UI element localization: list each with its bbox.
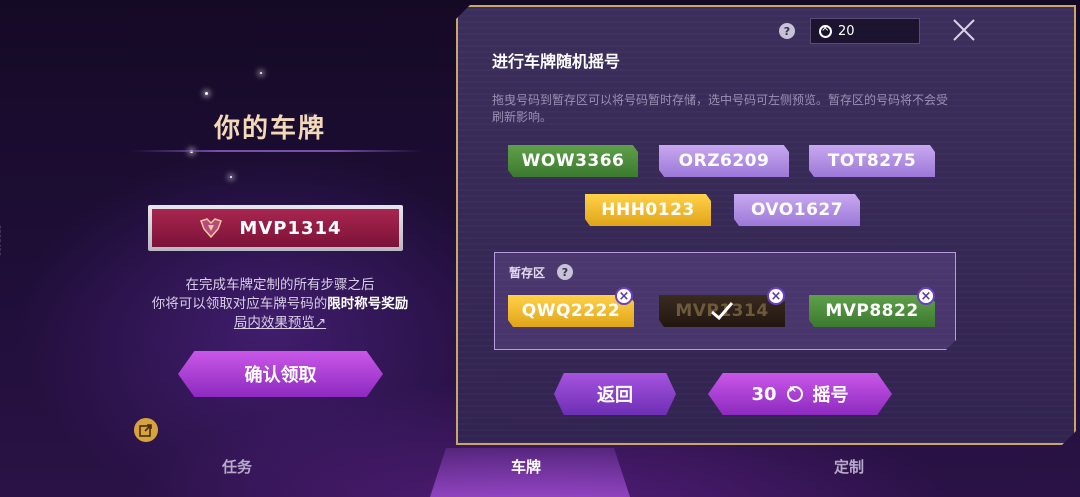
desc-line-2-prefix: 你将可以领取对应车牌号码的 [151,296,328,312]
random-plate[interactable]: HHH0123 [585,194,711,226]
title-divider [132,150,422,152]
storage-slot[interactable]: MVP8822 [809,295,935,327]
checkmark-icon [711,302,734,321]
sparkle-decoration [230,176,232,178]
share-button[interactable] [134,418,158,442]
back-button[interactable]: 返回 [554,373,676,415]
panel-title: 进行车牌随机摇号 [492,52,621,71]
confirm-claim-button[interactable]: 确认领取 [178,351,383,397]
token-balance: 20 [810,18,920,44]
desc-line-2-highlight: 限时称号奖励 [327,296,409,312]
vip-emblem-icon [200,218,222,239]
tab-customize[interactable]: 定制 [834,456,864,477]
current-plate-number: MVP1314 [239,217,342,239]
sparkle-decoration [205,92,208,95]
roll-label: 摇号 [812,385,849,406]
share-icon [139,424,152,437]
remove-icon[interactable]: × [615,287,633,305]
storage-help-icon[interactable]: ? [557,264,573,280]
random-plate[interactable]: TOT8275 [809,145,935,177]
random-plate[interactable]: ORZ6209 [659,145,789,177]
current-plate-display: MVP1314 [148,205,403,251]
token-icon [819,23,832,38]
panel-description: 拖曳号码到暂存区可以将号码暂时存储，选中号码可左侧预览。暂存区的号码将不会受刷新… [492,93,949,124]
tab-tasks[interactable]: 任务 [222,456,252,477]
desc-line-1: 在完成车牌定制的所有步骤之后 [185,277,375,293]
roll-button[interactable]: 30 摇号 [708,373,892,415]
tab-plate[interactable]: 车牌 [511,456,541,477]
token-count: 20 [838,23,855,39]
watermark-id: 2503400 [0,225,2,257]
close-icon[interactable] [950,16,978,44]
remove-icon[interactable]: × [917,287,935,305]
help-icon[interactable]: ? [779,23,795,39]
random-plate[interactable]: WOW3366 [508,145,638,177]
sparkle-decoration [260,72,262,74]
roll-cost: 30 [751,383,777,405]
page-title: 你的车牌 [213,114,326,144]
preview-effect-link[interactable]: 局内效果预览↗ [234,315,326,331]
reward-description: 在完成车牌定制的所有步骤之后 你将可以领取对应车牌号码的限时称号奖励 局内效果预… [120,276,440,333]
random-plate[interactable]: OVO1627 [734,194,860,226]
remove-icon[interactable]: × [767,287,785,305]
token-icon [786,384,803,402]
storage-label: 暂存区 [509,266,546,280]
